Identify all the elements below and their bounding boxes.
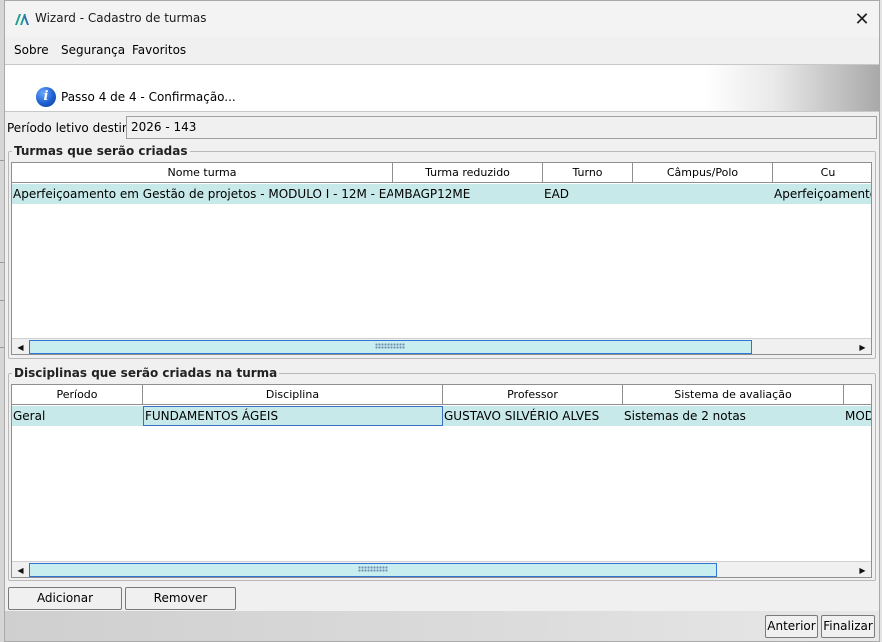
periodo-field[interactable]: 2026 - 143 — [126, 116, 877, 139]
column-header-disciplina[interactable]: Disciplina — [143, 385, 443, 405]
periodo-label: Período letivo destino: — [7, 121, 141, 135]
table-cell-disciplina[interactable]: FUNDAMENTOS ÁGEIS — [143, 406, 443, 426]
disciplinas-horizontal-scrollbar[interactable]: ◀ ▶ — [12, 561, 871, 577]
table-cell-professor[interactable]: GUSTAVO SILVÉRIO ALVES — [443, 406, 623, 426]
column-header-sistema-avaliacao[interactable]: Sistema de avaliação — [623, 385, 844, 405]
table-cell-sistema-avaliacao[interactable]: Sistemas de 2 notas — [623, 406, 844, 426]
menu-sobre[interactable]: Sobre — [14, 43, 49, 57]
column-header-nome-turma[interactable]: Nome turma — [12, 163, 393, 183]
wizard-step-banner: i Passo 4 de 4 - Confirmação... — [5, 64, 879, 112]
previous-button[interactable]: Anterior — [765, 615, 818, 638]
close-button[interactable]: ✕ — [845, 1, 879, 37]
column-header-periodo[interactable]: Período — [12, 385, 143, 405]
turmas-legend: Turmas que serão criadas — [12, 144, 190, 158]
column-header-turma-reduzido[interactable]: Turma reduzido — [393, 163, 543, 183]
table-cell-nome-turma[interactable]: Aperfeiçoamento em Gestão de projetos - … — [12, 184, 393, 204]
wizard-window: Wizard - Cadastro de turmas ✕ Sobre Segu… — [4, 0, 880, 642]
scroll-left-arrow-icon[interactable]: ◀ — [12, 562, 29, 577]
menu-favoritos[interactable]: Favoritos — [132, 43, 186, 57]
table-cell-turno[interactable]: EAD — [543, 184, 633, 204]
column-header-extra[interactable] — [844, 385, 871, 405]
scroll-right-arrow-icon[interactable]: ▶ — [854, 339, 871, 354]
turmas-horizontal-scrollbar[interactable]: ◀ ▶ — [12, 338, 871, 354]
add-discipline-button[interactable]: Adicionar disciplina — [8, 587, 122, 626]
remove-discipline-button[interactable]: Remover disciplina — [125, 587, 236, 626]
column-header-turno[interactable]: Turno — [543, 163, 633, 183]
title-bar[interactable]: Wizard - Cadastro de turmas ✕ — [5, 1, 879, 37]
wizard-footer — [5, 611, 879, 641]
scroll-grip-icon — [358, 566, 388, 572]
column-header-campus-polo[interactable]: Câmpus/Polo — [633, 163, 773, 183]
disciplinas-legend: Disciplinas que serão criadas na turma — [12, 366, 280, 380]
column-header-curso[interactable]: Cu — [773, 163, 871, 183]
disciplinas-table: Período Disciplina Professor Sistema de … — [11, 384, 872, 578]
table-cell-extra[interactable]: MOD — [844, 406, 871, 426]
window-title: Wizard - Cadastro de turmas — [35, 11, 207, 25]
scroll-right-arrow-icon[interactable]: ▶ — [854, 562, 871, 577]
finish-button[interactable]: Finalizar — [821, 615, 875, 638]
menu-seguranca[interactable]: Segurança — [61, 43, 125, 57]
table-cell-curso[interactable]: Aperfeiçoamento e — [773, 184, 871, 204]
column-header-professor[interactable]: Professor — [443, 385, 623, 405]
app-logo-icon — [15, 14, 29, 25]
table-cell-periodo[interactable]: Geral — [12, 406, 143, 426]
turmas-table: Nome turma Turma reduzido Turno Câmpus/P… — [11, 162, 872, 355]
close-icon: ✕ — [854, 8, 870, 30]
scroll-grip-icon — [375, 343, 405, 349]
info-icon: i — [36, 87, 56, 107]
step-text: Passo 4 de 4 - Confirmação... — [61, 90, 236, 104]
scroll-left-arrow-icon[interactable]: ◀ — [12, 339, 29, 354]
menu-bar: Sobre Segurança Favoritos — [5, 37, 879, 63]
table-cell-campus-polo[interactable] — [633, 184, 773, 204]
table-cell-turma-reduzido[interactable]: MBAGP12ME — [393, 184, 543, 204]
